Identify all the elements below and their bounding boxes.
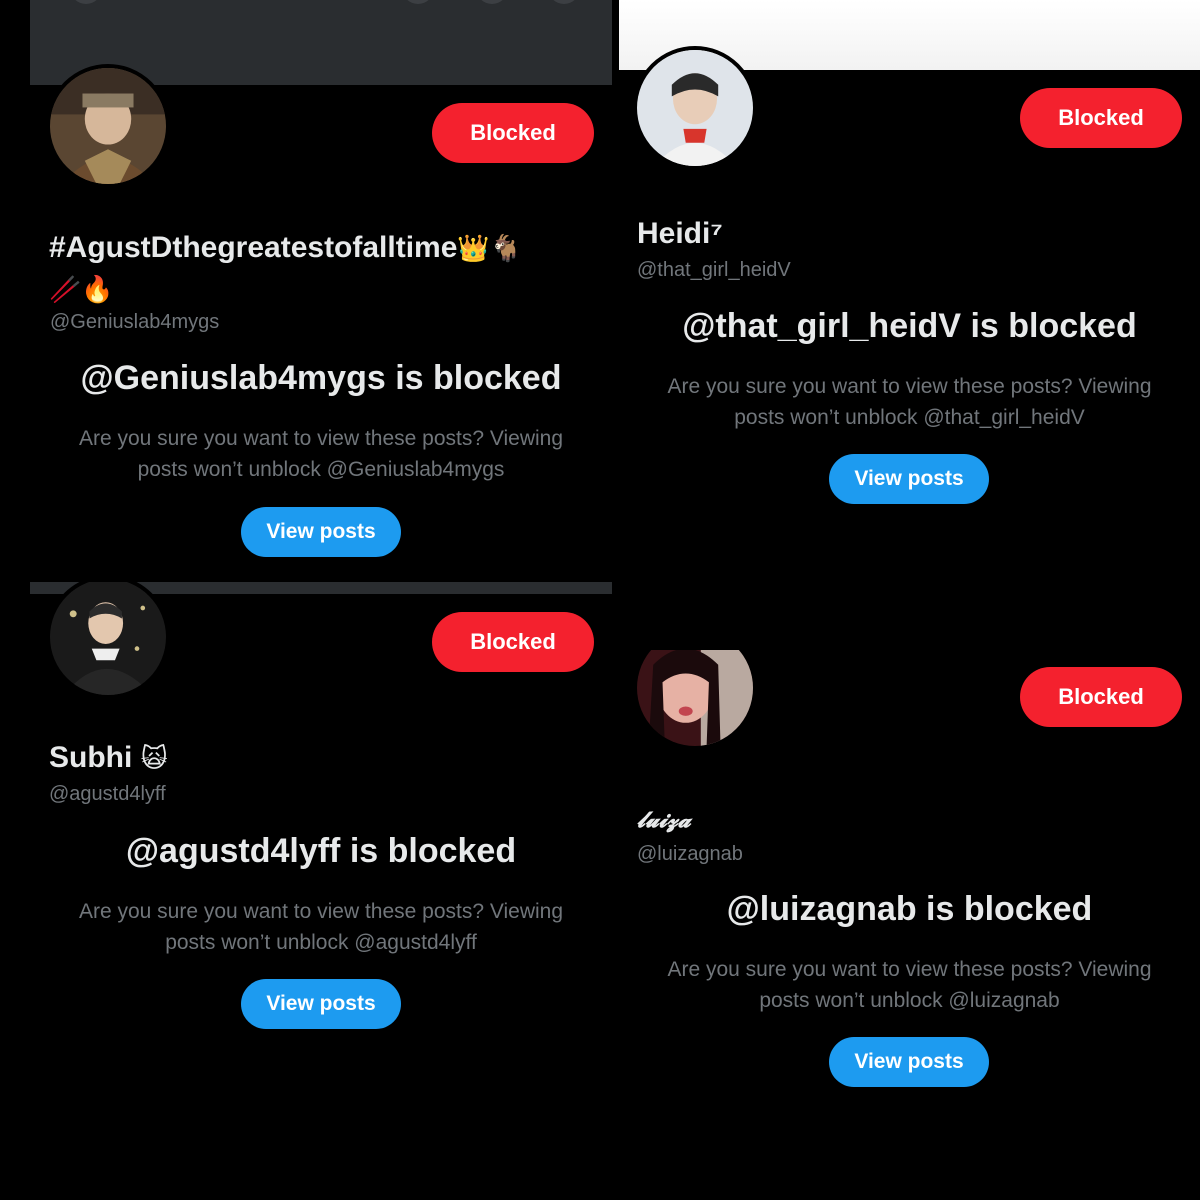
user-handle: @luizagnab [637, 843, 743, 865]
display-name: 𝓵𝓾𝓲𝔃𝓪 [637, 807, 691, 833]
search-button[interactable] [402, 0, 434, 4]
profile-card-heidi: Blocked Heidi⁷ @that_girl_heidV @that_gi… [619, 0, 1200, 580]
profile-card-geniuslab: Blocked #AgustDthegreatestofalltime👑🐐 🥢🔥… [30, 0, 612, 580]
blocked-heading: @that_girl_heidV is blocked [682, 307, 1137, 345]
display-name-text: Subhi [49, 741, 133, 774]
description-line-2: posts won’t unblock @that_girl_heidV [734, 406, 1085, 429]
view-posts-button[interactable]: View posts [829, 454, 989, 504]
profile-card-subhi: Blocked Subhi 🙀 @agustd4lyff @agustd4lyf… [30, 582, 612, 1160]
blocked-description: Are you sure you want to view these post… [50, 896, 592, 958]
blocked-button[interactable]: Blocked [1020, 88, 1182, 148]
description-line-1: Are you sure you want to view these post… [667, 958, 1152, 981]
blocked-description: Are you sure you want to view these post… [639, 371, 1180, 433]
crown-goat-emoji: 👑🐐 [457, 234, 523, 264]
view-posts-button[interactable]: View posts [241, 507, 401, 557]
avatar[interactable] [633, 650, 757, 750]
user-handle: @agustd4lyff [49, 783, 166, 805]
blocked-button[interactable]: Blocked [432, 103, 594, 163]
avatar[interactable] [633, 46, 757, 170]
avatar[interactable] [46, 582, 170, 699]
blocked-button[interactable]: Blocked [432, 612, 594, 672]
description-line-1: Are you sure you want to view these post… [78, 900, 564, 923]
blocked-heading: @luizagnab is blocked [726, 890, 1093, 928]
display-name-text: #AgustDthegreatestofalltime [49, 231, 458, 264]
cat-emoji: 🙀 [140, 744, 168, 774]
display-name: Subhi 🙀 [49, 738, 168, 779]
view-posts-button[interactable]: View posts [829, 1037, 989, 1087]
display-name: #AgustDthegreatestofalltime👑🐐 🥢🔥 [49, 228, 609, 310]
profile-card-luiza: Blocked 𝓵𝓾𝓲𝔃𝓪 @luizagnab @luizagnab is b… [619, 650, 1200, 1160]
blocked-description: Are you sure you want to view these post… [639, 954, 1180, 1016]
share-button[interactable] [476, 0, 508, 4]
back-button[interactable] [70, 0, 102, 4]
blocked-heading: @agustd4lyff is blocked [125, 832, 517, 870]
description-line-2: posts won’t unblock @Geniuslab4mygs [137, 458, 505, 481]
chopsticks-fire-emoji: 🥢🔥 [49, 275, 114, 305]
blocked-description: Are you sure you want to view these post… [50, 423, 592, 485]
display-name: Heidi⁷ [637, 217, 723, 250]
description-line-2: posts won’t unblock @luizagnab [759, 989, 1060, 1012]
user-handle: @that_girl_heidV [637, 259, 791, 281]
user-handle: @Geniuslab4mygs [50, 311, 220, 333]
description-line-1: Are you sure you want to view these post… [667, 375, 1152, 398]
description-line-2: posts won’t unblock @agustd4lyff [165, 931, 477, 954]
view-posts-button[interactable]: View posts [241, 979, 401, 1029]
avatar[interactable] [46, 64, 170, 188]
more-button[interactable] [548, 0, 580, 4]
blocked-heading: @Geniuslab4mygs is blocked [80, 359, 562, 397]
description-line-1: Are you sure you want to view these post… [78, 427, 564, 450]
blocked-button[interactable]: Blocked [1020, 667, 1182, 727]
